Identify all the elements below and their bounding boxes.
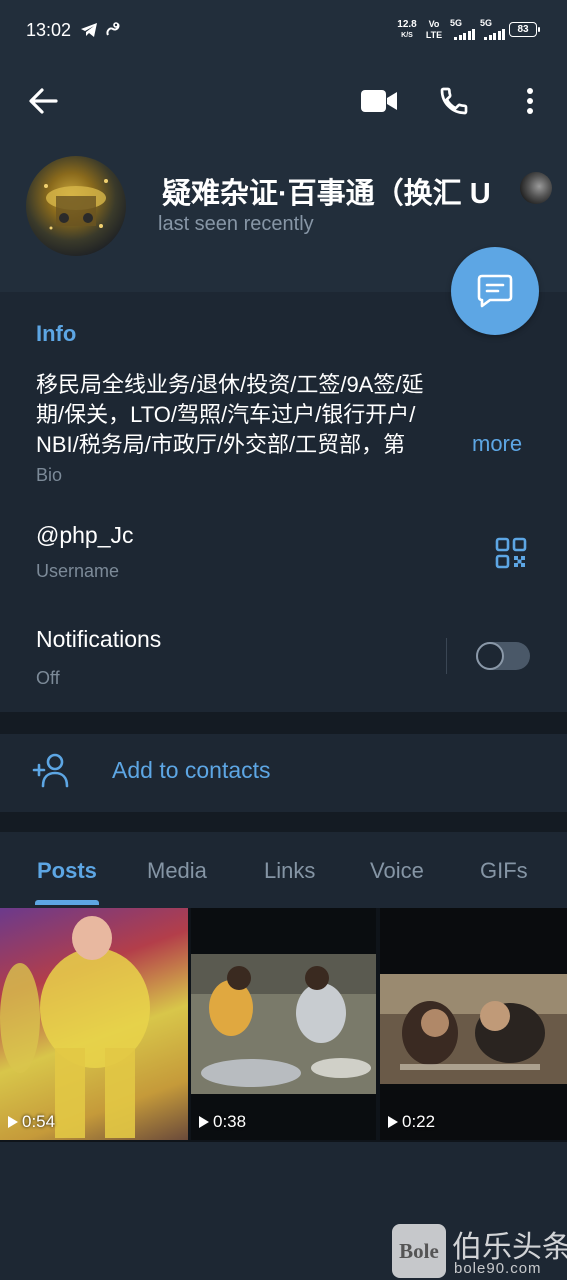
video-camera-icon[interactable] <box>360 88 398 114</box>
message-icon <box>477 274 513 308</box>
bio-label: Bio <box>36 465 63 485</box>
media-thumbnail[interactable]: 0:54 <box>0 908 188 1140</box>
active-tab-indicator <box>35 900 99 905</box>
net-speed: 12.8 K/S <box>397 19 417 40</box>
add-to-contacts-label: Add to contacts <box>112 757 271 783</box>
profile-avatar[interactable] <box>26 156 126 256</box>
signal-sim1: 5G <box>450 19 475 40</box>
video-duration: 0:22 <box>388 1112 435 1132</box>
battery-tip <box>538 27 540 32</box>
notifications-divider <box>446 638 447 674</box>
status-bar: 13:02 12.8 K/S Vo LTE 5G 5G 83 <box>0 0 567 62</box>
play-icon <box>8 1116 18 1128</box>
notifications-label: Notifications <box>36 626 162 652</box>
tab-links[interactable]: Links <box>264 858 315 884</box>
bio-fade <box>420 428 468 462</box>
battery-level: 83 <box>517 24 529 35</box>
notifications-status: Off <box>36 668 60 688</box>
tab-gifs[interactable]: GIFs <box>480 858 528 884</box>
more-vertical-icon[interactable] <box>521 86 539 116</box>
media-thumbnail[interactable]: 0:22 <box>380 908 567 1140</box>
phone-icon[interactable] <box>438 85 470 117</box>
battery-icon: 83 <box>509 22 537 37</box>
add-user-icon <box>32 753 69 788</box>
name-fade <box>490 166 520 210</box>
watermark: Bole 伯乐头条 bole90.com <box>392 1222 567 1280</box>
bio-line: 期/保关，LTO/驾照/汽车过户/银行开户/ <box>36 402 416 427</box>
username-value[interactable]: @php_Jc <box>36 522 134 549</box>
bio-line: 移民局全线业务/退休/投资/工签/9A签/延 <box>36 372 424 397</box>
tab-posts[interactable]: Posts <box>37 858 97 884</box>
info-title: Info <box>36 321 77 346</box>
telegram-icon <box>81 23 97 37</box>
toggle-knob <box>476 642 504 670</box>
media-thumbnail[interactable]: 0:38 <box>191 908 376 1140</box>
name-emoji-icon <box>520 172 552 204</box>
notifications-toggle[interactable] <box>476 642 530 670</box>
video-duration: 0:38 <box>199 1112 246 1132</box>
back-arrow-icon[interactable] <box>26 84 60 118</box>
notification-app-icon <box>106 22 120 36</box>
profile-name: 疑难杂证·百事通（换汇 U <box>162 178 491 210</box>
volte-indicator: Vo LTE <box>425 19 443 40</box>
play-icon <box>388 1116 398 1128</box>
bio-more-link[interactable]: more <box>472 431 522 457</box>
section-divider <box>0 812 567 832</box>
avatar-image <box>44 179 108 230</box>
status-time: 13:02 <box>26 20 72 40</box>
watermark-url: bole90.com <box>454 1260 542 1277</box>
add-to-contacts-row[interactable]: Add to contacts <box>0 734 567 812</box>
watermark-logo: Bole <box>392 1224 446 1278</box>
section-divider <box>0 712 567 734</box>
tab-media[interactable]: Media <box>147 858 207 884</box>
thumbnail-image <box>380 974 567 1084</box>
message-button[interactable] <box>451 247 539 335</box>
thumbnail-image <box>191 954 376 1094</box>
username-label: Username <box>36 561 120 581</box>
video-duration: 0:54 <box>8 1112 55 1132</box>
last-seen-status: last seen recently <box>158 213 314 235</box>
bio-line: NBI/税务局/市政厅/外交部/工贸部，第 <box>36 432 406 457</box>
tab-voice[interactable]: Voice <box>370 858 424 884</box>
signal-sim2: 5G <box>480 19 505 40</box>
qr-code-icon[interactable] <box>495 537 527 569</box>
thumbnail-image <box>0 916 150 1138</box>
media-tabs: Posts Media Links Voice GIFs <box>0 832 567 908</box>
play-icon <box>199 1116 209 1128</box>
